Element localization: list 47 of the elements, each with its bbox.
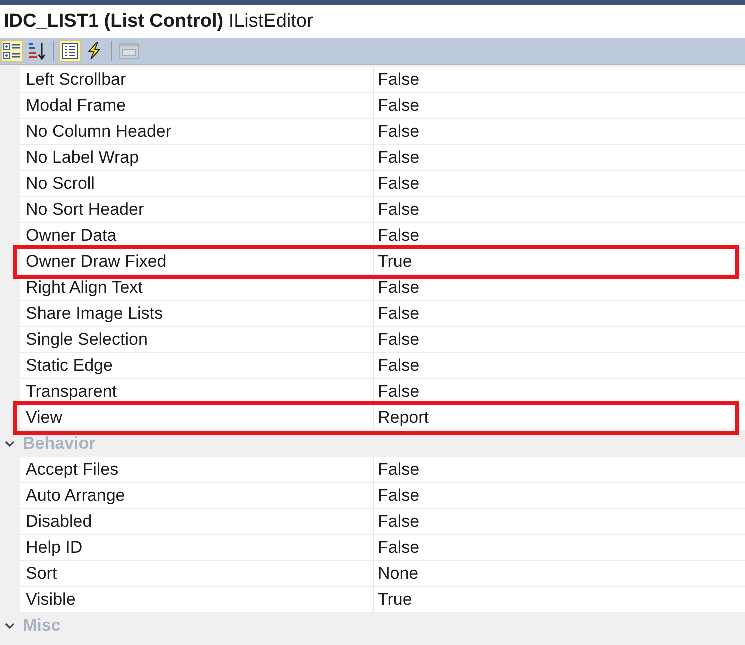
property-name[interactable]: No Scroll xyxy=(20,171,374,197)
property-name[interactable]: Share Image Lists xyxy=(20,301,374,327)
chevron-down-icon[interactable] xyxy=(5,622,15,630)
property-value[interactable]: False xyxy=(374,509,745,535)
lightning-icon xyxy=(86,42,104,60)
property-name[interactable]: Help ID xyxy=(20,535,374,561)
property-name[interactable]: Visible xyxy=(20,587,374,613)
category-label: Behavior xyxy=(23,434,96,454)
property-value[interactable]: False xyxy=(374,67,745,93)
property-name[interactable]: Left Scrollbar xyxy=(20,67,374,93)
property-value[interactable]: False xyxy=(374,93,745,119)
sort-down-icon xyxy=(28,42,46,60)
property-sheet-icon xyxy=(61,42,79,60)
grouped-list-icon xyxy=(3,42,21,60)
properties-button[interactable] xyxy=(59,40,81,62)
category-label: Misc xyxy=(23,616,61,636)
property-name[interactable]: No Column Header xyxy=(20,119,374,145)
window-title: IDC_LIST1 (List Control) IListEditor xyxy=(4,10,314,32)
property-value[interactable]: False xyxy=(374,353,745,379)
property-value[interactable]: True xyxy=(374,249,745,275)
chevron-down-icon[interactable] xyxy=(5,440,15,448)
property-value[interactable]: False xyxy=(374,301,745,327)
property-name[interactable]: Static Edge xyxy=(20,353,374,379)
property-value[interactable]: False xyxy=(374,145,745,171)
property-name[interactable]: Single Selection xyxy=(20,327,374,353)
property-value[interactable]: False xyxy=(374,535,745,561)
property-value[interactable]: False xyxy=(374,171,745,197)
property-value[interactable]: True xyxy=(374,587,745,613)
property-value[interactable]: False xyxy=(374,483,745,509)
property-value[interactable]: False xyxy=(374,457,745,483)
alphabetical-button[interactable] xyxy=(26,40,48,62)
property-value[interactable]: False xyxy=(374,327,745,353)
property-name[interactable]: No Sort Header xyxy=(20,197,374,223)
property-name[interactable]: Auto Arrange xyxy=(20,483,374,509)
property-name[interactable]: Sort xyxy=(20,561,374,587)
property-name[interactable]: Modal Frame xyxy=(20,93,374,119)
property-value[interactable]: False xyxy=(374,119,745,145)
property-value[interactable]: Report xyxy=(374,405,745,431)
property-name[interactable]: Disabled xyxy=(20,509,374,535)
window-icon xyxy=(119,42,139,60)
categorized-button[interactable] xyxy=(1,40,23,62)
property-name[interactable]: Accept Files xyxy=(20,457,374,483)
property-name[interactable]: View xyxy=(20,405,374,431)
property-name[interactable]: Owner Draw Fixed xyxy=(20,249,374,275)
property-value[interactable]: False xyxy=(374,197,745,223)
property-value[interactable]: None xyxy=(374,561,745,587)
property-name[interactable]: No Label Wrap xyxy=(20,145,374,171)
